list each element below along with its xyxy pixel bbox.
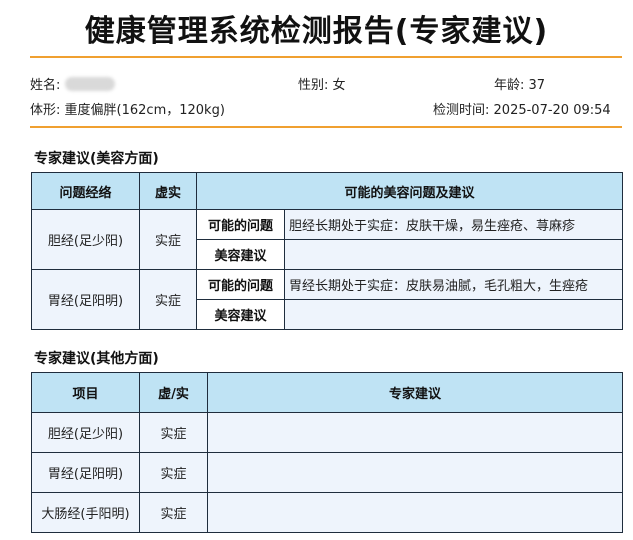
top-divider <box>30 56 622 58</box>
table-row: 胆经(足少阳) 实症 可能的问题 胆经长期处于实症：皮肤干燥，易生痤疮、荨麻疹 <box>31 209 624 270</box>
meridian-cell: 胃经(足阳明) <box>31 269 140 330</box>
patient-name-row: 姓名: <box>30 74 115 93</box>
patient-age-row: 年龄: 37 <box>494 74 545 93</box>
type-cell: 实症 <box>139 269 197 330</box>
body-label: 体形: <box>30 103 61 118</box>
other-section-title: 专家建议(其他方面) <box>34 351 159 367</box>
name-redacted <box>64 77 115 91</box>
type-cell: 实症 <box>139 412 208 453</box>
header-type: 虚/实 <box>139 372 208 413</box>
table-row: 胆经(足少阳) 实症 <box>31 412 623 453</box>
possible-problem-label: 可能的问题 <box>196 269 285 300</box>
beauty-advice-table: 问题经络 虚实 可能的美容问题及建议 胆经(足少阳) 实症 可能的问题 胆经长期… <box>31 172 624 330</box>
beauty-advice-label: 美容建议 <box>196 299 285 330</box>
bottom-divider <box>30 126 622 128</box>
item-cell: 胆经(足少阳) <box>31 412 140 453</box>
body-value: 重度偏胖(162cm，120kg) <box>64 103 225 118</box>
beauty-advice-text <box>283 299 624 330</box>
header-type: 虚实 <box>139 172 197 210</box>
table-row: 胃经(足阳明) 实症 可能的问题 胃经长期处于实症：皮肤易油腻，毛孔粗大，生痤疮 <box>31 269 624 330</box>
possible-problem-text: 胆经长期处于实症：皮肤干燥，易生痤疮、荨麻疹 <box>283 209 624 240</box>
advice-cell <box>207 492 623 533</box>
other-header-row: 项目 虚/实 专家建议 <box>31 372 623 413</box>
other-advice-table: 项目 虚/实 专家建议 胆经(足少阳) 实症 胃经(足阳明) 实症 大肠经(手阳… <box>31 372 623 533</box>
gender-value: 女 <box>332 78 346 93</box>
beauty-advice-label: 美容建议 <box>196 239 285 270</box>
header-problem-advice: 可能的美容问题及建议 <box>195 172 624 210</box>
patient-body-row: 体形: 重度偏胖(162cm，120kg) <box>30 99 225 118</box>
type-cell: 实症 <box>139 209 197 270</box>
item-cell: 胃经(足阳明) <box>31 452 140 493</box>
age-label: 年龄: <box>494 78 525 93</box>
meridian-cell: 胆经(足少阳) <box>31 209 140 270</box>
age-value: 37 <box>528 78 546 93</box>
test-time-row: 检测时间: 2025-07-20 09:54 <box>433 99 611 118</box>
type-cell: 实症 <box>139 452 208 493</box>
table-row: 胃经(足阳明) 实症 <box>31 452 623 493</box>
header-advice: 专家建议 <box>207 372 623 413</box>
type-cell: 实症 <box>139 492 208 533</box>
name-label: 姓名: <box>30 78 61 93</box>
beauty-section-title: 专家建议(美容方面) <box>34 151 159 167</box>
possible-problem-text: 胃经长期处于实症：皮肤易油腻，毛孔粗大，生痤疮 <box>283 269 624 300</box>
item-cell: 大肠经(手阳明) <box>31 492 140 533</box>
beauty-header-row: 问题经络 虚实 可能的美容问题及建议 <box>31 172 624 210</box>
header-item: 项目 <box>31 372 140 413</box>
gender-label: 性别: <box>298 78 329 93</box>
report-title: 健康管理系统检测报告(专家建议) <box>84 14 549 49</box>
table-row: 大肠经(手阳明) 实症 <box>31 492 623 533</box>
patient-gender-row: 性别: 女 <box>298 74 346 93</box>
beauty-advice-text <box>283 239 624 270</box>
possible-problem-label: 可能的问题 <box>196 209 285 240</box>
time-label: 检测时间: <box>433 103 490 118</box>
advice-cell <box>207 412 623 453</box>
header-meridian: 问题经络 <box>31 172 140 210</box>
time-value: 2025-07-20 09:54 <box>493 103 611 118</box>
advice-cell <box>207 452 623 493</box>
